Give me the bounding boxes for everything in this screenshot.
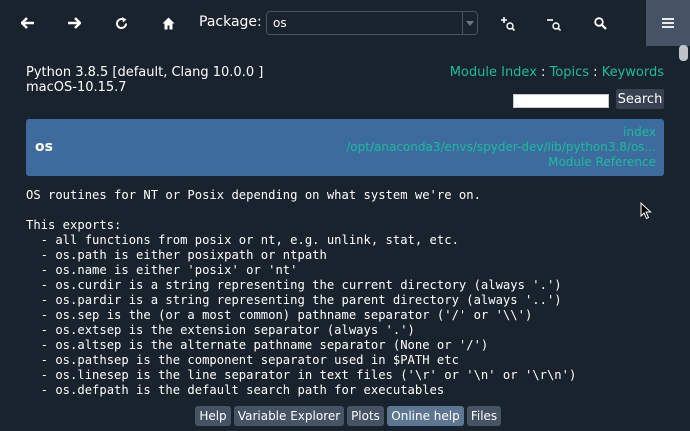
- mouse-cursor-icon: [640, 201, 652, 224]
- options-menu-button[interactable]: [646, 0, 690, 46]
- doc-line: - os.pardir is a string representing the…: [26, 293, 562, 307]
- module-title: os: [35, 139, 53, 155]
- back-arrow-icon: [21, 17, 34, 29]
- dropdown-arrow-icon[interactable]: [462, 12, 477, 34]
- pane-tab-bar: Help Variable Explorer Plots Online help…: [0, 401, 690, 431]
- tab-plots[interactable]: Plots: [347, 406, 384, 426]
- topics-link[interactable]: Topics: [550, 65, 589, 80]
- search-button[interactable]: Search: [616, 89, 664, 109]
- tab-help[interactable]: Help: [195, 406, 231, 426]
- hamburger-menu-icon: [662, 18, 674, 28]
- doc-line: - os.pathsep is the component separator …: [26, 353, 459, 367]
- doc-line: - all functions from posix or nt, e.g. u…: [26, 233, 459, 247]
- module-index-link[interactable]: Module Index: [450, 65, 537, 80]
- nav-links: Module Index : Topics : Keywords: [450, 65, 664, 80]
- zoom-in-button[interactable]: [493, 9, 521, 37]
- refresh-button[interactable]: [107, 9, 135, 37]
- exports-heading: This exports:: [26, 218, 122, 232]
- tab-online-help[interactable]: Online help: [387, 406, 464, 426]
- doc-line: - os.linesep is the line separator in te…: [26, 368, 577, 382]
- zoom-out-icon: [546, 18, 561, 31]
- search-icon: [593, 16, 607, 30]
- link-separator: :: [536, 65, 550, 80]
- package-value: os: [273, 16, 287, 30]
- doc-line: - os.altsep is the alternate pathname se…: [26, 338, 489, 352]
- forward-button[interactable]: [60, 9, 88, 37]
- source-path-link[interactable]: /opt/anaconda3/envs/spyder-dev/lib/pytho…: [346, 140, 656, 155]
- package-combobox[interactable]: os: [266, 11, 478, 35]
- home-button[interactable]: [154, 9, 182, 37]
- python-info: Python 3.8.5 [default, Clang 10.0.0 ] ma…: [26, 65, 263, 95]
- keywords-link[interactable]: Keywords: [602, 65, 664, 80]
- doc-summary: OS routines for NT or Posix depending on…: [26, 188, 481, 202]
- scrollbar-thumb[interactable]: [679, 45, 688, 61]
- python-version: Python 3.8.5 [default, Clang 10.0.0 ]: [26, 65, 264, 80]
- module-banner: os index /opt/anaconda3/envs/spyder-dev/…: [26, 119, 664, 176]
- os-version: macOS-10.15.7: [26, 80, 127, 95]
- vertical-scrollbar[interactable]: [677, 47, 690, 401]
- doc-line: - os.sep is the (or a most common) pathn…: [26, 308, 533, 322]
- help-content-pane: Python 3.8.5 [default, Clang 10.0.0 ] ma…: [6, 47, 674, 401]
- doc-line: - os.path is either posixpath or ntpath: [26, 248, 327, 262]
- doc-line: - os.name is either 'posix' or 'nt': [26, 263, 298, 277]
- package-label: Package:: [199, 14, 262, 30]
- forward-arrow-icon: [68, 17, 81, 29]
- doc-line: - os.curdir is a string representing the…: [26, 278, 562, 292]
- tab-variable-explorer[interactable]: Variable Explorer: [234, 406, 344, 426]
- module-reference-link[interactable]: Module Reference: [346, 155, 656, 170]
- back-button[interactable]: [14, 9, 42, 37]
- doc-line: - os.extsep is the extension separator (…: [26, 323, 415, 337]
- zoom-out-button[interactable]: [539, 9, 567, 37]
- home-icon: [162, 17, 174, 29]
- tab-files[interactable]: Files: [467, 406, 501, 426]
- link-separator: :: [589, 65, 602, 80]
- index-link[interactable]: index: [346, 125, 656, 140]
- find-button[interactable]: [586, 9, 614, 37]
- banner-links: index /opt/anaconda3/envs/spyder-dev/lib…: [346, 125, 656, 170]
- help-toolbar: Package: os: [0, 0, 646, 46]
- doc-search-input[interactable]: [513, 94, 609, 108]
- doc-line: - os.defpath is the default search path …: [26, 383, 445, 397]
- refresh-icon: [115, 16, 127, 29]
- module-docstring: OS routines for NT or Posix depending on…: [26, 188, 576, 398]
- zoom-in-icon: [500, 16, 515, 31]
